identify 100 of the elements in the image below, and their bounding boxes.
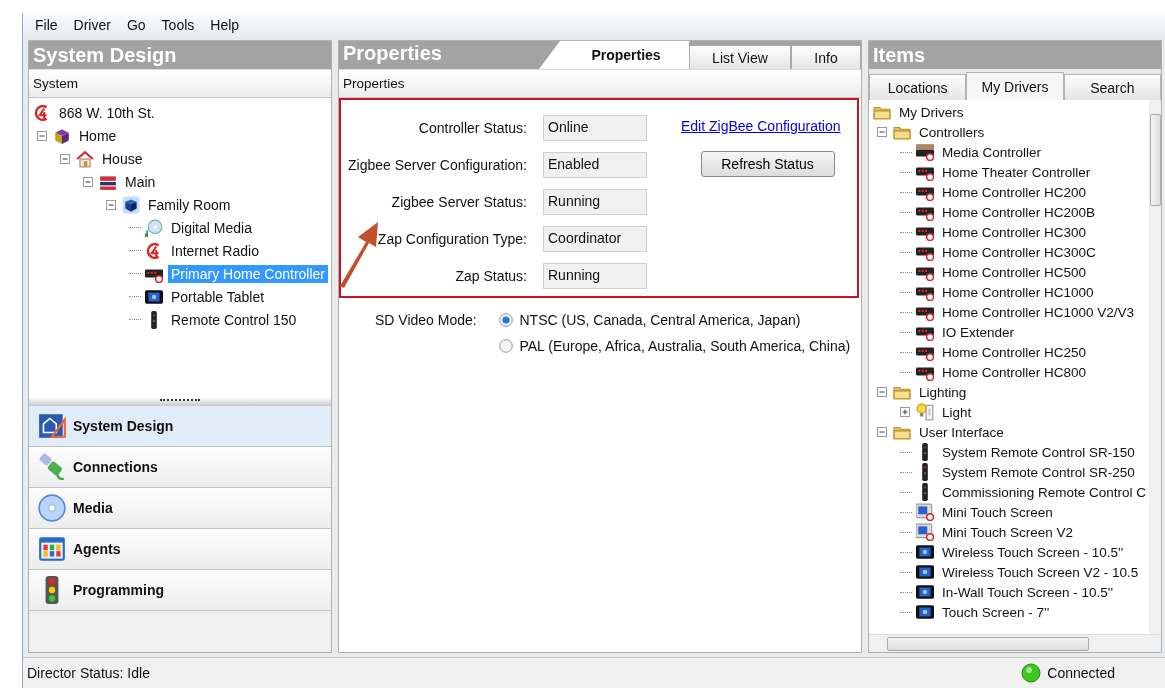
tree-item[interactable]: IO Extender	[939, 323, 1018, 341]
house-icon	[76, 149, 94, 168]
tablet-icon	[916, 563, 934, 581]
grid-icon	[37, 534, 67, 564]
refresh-button[interactable]: Refresh Status	[700, 151, 835, 177]
tree-item[interactable]: System Remote Control SR-150	[939, 443, 1138, 461]
touchscreen-icon	[916, 503, 934, 521]
tree-item[interactable]: Family Room	[145, 195, 234, 214]
status-field: Running	[543, 189, 647, 215]
tree-item[interactable]: Media Controller	[939, 143, 1045, 161]
tree-item[interactable]: Controllers	[916, 123, 988, 141]
tree-item[interactable]: Digital Media	[168, 218, 255, 237]
tree-item[interactable]: Home Controller HC1000 V2/V3	[939, 303, 1138, 321]
nav-item[interactable]: Media	[29, 488, 331, 529]
collapse-icon[interactable]	[877, 387, 887, 397]
field-label: Zap Configuration Type:	[376, 231, 527, 247]
tree-item[interactable]: Home Controller HC200	[939, 183, 1090, 201]
tree-item[interactable]: Home Theater Controller	[939, 163, 1094, 181]
field-label: SD Video Mode:	[375, 312, 478, 328]
vertical-scrollbar[interactable]	[1149, 100, 1161, 634]
tree-item[interactable]: Touch Screen - 7''	[939, 603, 1053, 621]
tab[interactable]: My Drivers	[966, 72, 1064, 100]
tree-item[interactable]: Internet Radio	[168, 241, 262, 260]
horizontal-scrollbar[interactable]	[869, 634, 1161, 652]
collapse-icon[interactable]	[877, 427, 887, 437]
radio-icon[interactable]	[499, 313, 514, 327]
menu-item[interactable]: Go	[120, 15, 156, 35]
panel-title: System Design	[33, 43, 177, 67]
edit-link[interactable]: Edit ZigBee Configuration	[681, 118, 841, 134]
status-field: Enabled	[543, 152, 647, 178]
tree-item[interactable]: Home Controller HC200B	[939, 203, 1099, 221]
status-field: Online	[543, 115, 647, 141]
splitter-handle[interactable]	[29, 398, 331, 406]
plug-icon	[37, 452, 67, 482]
tree-item[interactable]: Home Controller HC500	[939, 263, 1090, 281]
radio-icon[interactable]	[499, 339, 514, 353]
tree-item[interactable]: Commissioning Remote Control C	[939, 483, 1149, 501]
tree-item[interactable]: House	[99, 149, 146, 168]
field-label: Zap Status:	[454, 268, 527, 284]
tablet-icon	[145, 287, 163, 306]
tree-item[interactable]: Portable Tablet	[168, 287, 268, 306]
nav-item[interactable]: Connections	[29, 447, 331, 488]
tree-item[interactable]: My Drivers	[896, 103, 967, 121]
tab[interactable]: Search	[1063, 74, 1161, 100]
tree-item[interactable]: Wireless Touch Screen V2 - 10.5	[939, 563, 1142, 581]
tree-item[interactable]: System Remote Control SR-250	[939, 463, 1138, 481]
tablet-icon	[916, 603, 934, 621]
tree-item[interactable]: Home	[76, 126, 120, 145]
collapse-icon[interactable]	[877, 127, 887, 137]
menu-item[interactable]: Driver	[67, 15, 121, 35]
field-label: Zigbee Server Configuration:	[347, 157, 527, 173]
section-title: System	[33, 76, 78, 91]
tree-item[interactable]: Home Controller HC1000	[939, 283, 1097, 301]
menu-item[interactable]: Help	[204, 15, 250, 35]
tree-item[interactable]: Home Controller HC250	[939, 343, 1090, 361]
tree-item[interactable]: Home Controller HC300	[939, 223, 1090, 241]
tree-item[interactable]: Remote Control 150	[168, 310, 300, 329]
status-field: Running	[543, 263, 647, 289]
tab[interactable]: List View	[689, 45, 791, 69]
tablet-icon	[916, 583, 934, 601]
panel-title: Properties	[342, 42, 443, 66]
collapse-icon[interactable]	[83, 176, 93, 187]
cube-icon	[53, 126, 71, 145]
nav-item[interactable]: System Design	[29, 406, 331, 447]
status-field: Coordinator	[543, 226, 647, 252]
blueprint-icon	[37, 411, 67, 441]
tree-item[interactable]: Home Controller HC300C	[939, 243, 1099, 261]
tree-item[interactable]: Light	[939, 403, 975, 421]
tree-item[interactable]: Lighting	[916, 383, 970, 401]
tree-item[interactable]: 868 W. 10th St.	[56, 103, 158, 122]
field-label: Controller Status:	[417, 120, 527, 136]
tree-item[interactable]: Main	[122, 172, 159, 191]
tab[interactable]: Locations	[869, 74, 967, 100]
section-title: Properties	[343, 76, 405, 91]
radio-option[interactable]: NTSC (US, Canada, Central America, Japan)	[499, 312, 861, 328]
tablet-icon	[916, 543, 934, 561]
menu-item[interactable]: Tools	[155, 15, 205, 35]
connection-status: Connected	[1047, 665, 1115, 681]
tree-item[interactable]: Home Controller HC800	[939, 363, 1090, 381]
cube-icon	[122, 195, 140, 214]
radio-option[interactable]: PAL (Europe, Africa, Australia, South America, China)	[499, 338, 861, 354]
expand-icon[interactable]	[900, 407, 910, 417]
tab[interactable]: Info	[791, 45, 861, 69]
tree-item[interactable]: Mini Touch Screen	[939, 503, 1056, 521]
nav-item[interactable]: Agents	[29, 529, 331, 570]
tree-item[interactable]: Wireless Touch Screen - 10.5''	[939, 543, 1127, 561]
field-label: Zigbee Server Status:	[390, 194, 527, 210]
status-text: Director Status: Idle	[27, 665, 150, 681]
collapse-icon[interactable]	[106, 199, 116, 210]
tab[interactable]: Properties	[539, 41, 689, 69]
disc-icon	[37, 493, 67, 523]
tree-item[interactable]: User Interface	[916, 423, 1007, 441]
collapse-icon[interactable]	[60, 153, 70, 164]
nav-item[interactable]: Programming	[29, 570, 331, 611]
menu-item[interactable]: File	[29, 15, 68, 35]
media-icon	[145, 218, 163, 237]
device-icon	[916, 143, 934, 161]
collapse-icon[interactable]	[37, 130, 47, 141]
tree-item[interactable]: In-Wall Touch Screen - 10.5''	[939, 583, 1116, 601]
tree-item[interactable]: Mini Touch Screen V2	[939, 523, 1077, 541]
